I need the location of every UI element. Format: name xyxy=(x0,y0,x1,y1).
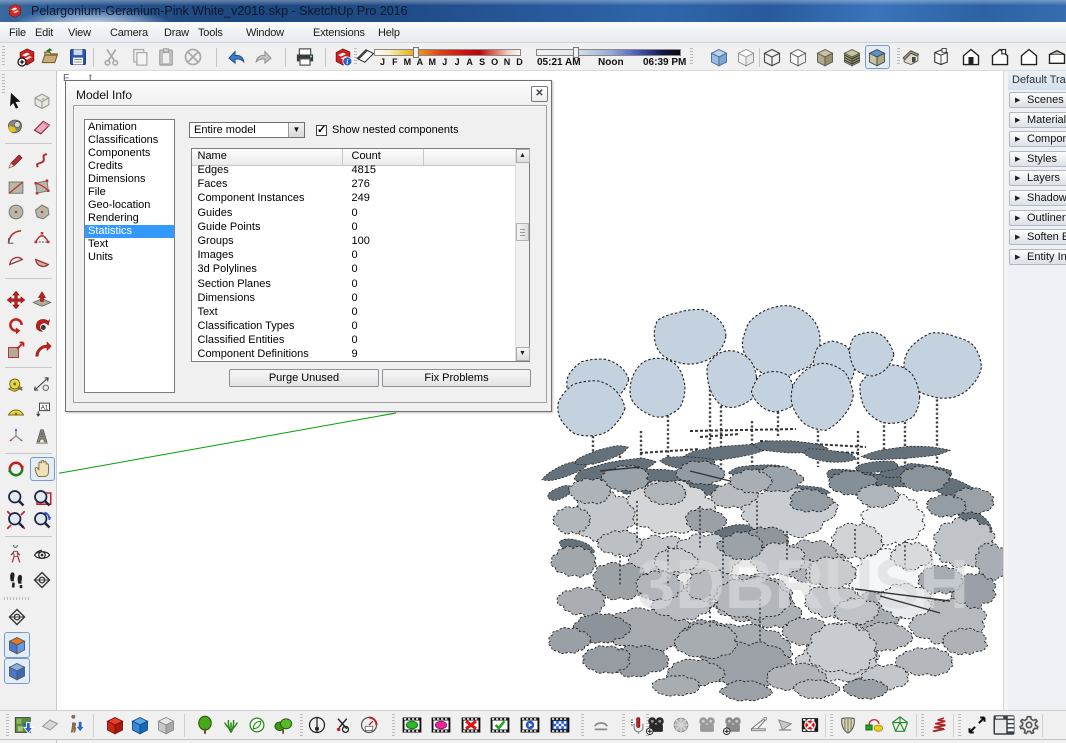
svg-text:A1: A1 xyxy=(41,404,49,411)
svg-text:i: i xyxy=(346,59,348,66)
svg-text:3DBRUSH: 3DBRUSH xyxy=(637,545,969,623)
